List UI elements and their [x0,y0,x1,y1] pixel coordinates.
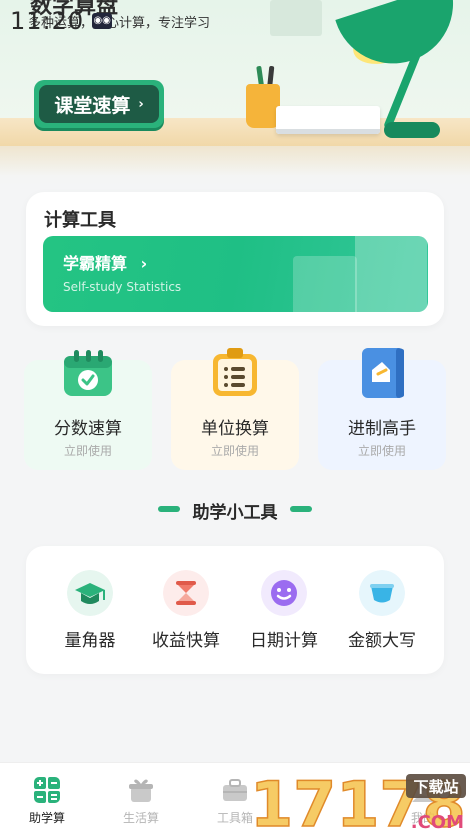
watermark-domain: .COM [411,812,464,833]
smiley-icon [261,570,307,616]
clipboard-list-icon [213,348,257,396]
study-banner-subtitle: Self-study Statistics [63,280,182,294]
helper-tool-label: 日期计算 [250,631,318,651]
calendar-check-icon [64,350,112,396]
cup-icon [359,570,405,616]
calc-tools-card: 计算工具 学霸精算 › Self-study Statistics [26,192,444,326]
tool-card-radix[interactable]: 进制高手 立即使用 [318,348,446,470]
watermark-tag: 下载站 [413,778,458,796]
cube-decoration [293,256,357,312]
chevron-right-icon: › [138,96,144,112]
chevron-right-icon: › [140,254,148,273]
tool-card-unit[interactable]: 单位换算 立即使用 [171,348,299,470]
book-icon [276,106,380,134]
nav-tab-label: 助学算 [28,811,65,825]
helper-tool-earnings[interactable]: 收益快算 [136,546,236,674]
helper-tool-label: 量角器 [64,631,116,651]
pencil-cup-icon [246,84,280,128]
hero-desk-shadow [0,146,470,176]
helper-section-title: 助学小工具 [192,503,278,523]
helper-tool-date[interactable]: 日期计算 [234,546,334,674]
gift-icon [129,779,153,802]
helper-tool-label: 金额大写 [348,631,416,651]
course-quick-calc-button[interactable]: 课堂速算 › [34,80,164,128]
status-bar: 11:20 ◉◉ [10,6,113,36]
tool-card-action: 立即使用 [63,444,112,458]
notebook-icon [362,348,404,398]
nav-tab-life[interactable]: 生活算 [94,777,188,826]
tool-card-name: 分数速算 [54,419,122,439]
study-stats-banner[interactable]: 学霸精算 › Self-study Statistics [43,236,428,312]
helper-tools-card: 量角器 收益快算 日期计算 金额大写 [26,546,444,674]
helper-tool-protractor[interactable]: 量角器 [40,546,140,674]
cube-decoration [355,236,427,312]
title-dash-decoration [290,506,312,512]
course-badge-inner: 课堂速算 › [39,85,159,123]
graduation-cap-icon [67,570,113,616]
site-watermark-logo: 17178 下载站 .COM [250,770,466,834]
study-banner-title: 学霸精算 › [63,250,147,274]
tool-card-fraction[interactable]: 分数速算 立即使用 [24,350,152,470]
nav-tab-label: 生活算 [122,811,159,825]
study-banner-label: 学霸精算 [63,254,128,273]
notification-icon: ◉◉ [92,13,113,29]
calc-tools-title: 计算工具 [44,210,116,231]
helper-tool-label: 收益快算 [152,631,220,651]
tool-card-name: 进制高手 [348,419,416,439]
wall-picture-frame [270,0,322,36]
nav-tab-study[interactable]: 助学算 [0,777,94,826]
calculator-icon [34,777,60,803]
lamp-base [384,122,440,138]
tool-card-name: 单位换算 [201,419,269,439]
toolbox-icon [223,779,247,801]
hourglass-icon [163,570,209,616]
tool-card-action: 立即使用 [357,444,406,458]
status-time: 11:20 [10,7,85,35]
helper-tool-amount[interactable]: 金额大写 [332,546,432,674]
tool-card-action: 立即使用 [210,444,259,458]
course-label: 课堂速算 [54,94,131,117]
